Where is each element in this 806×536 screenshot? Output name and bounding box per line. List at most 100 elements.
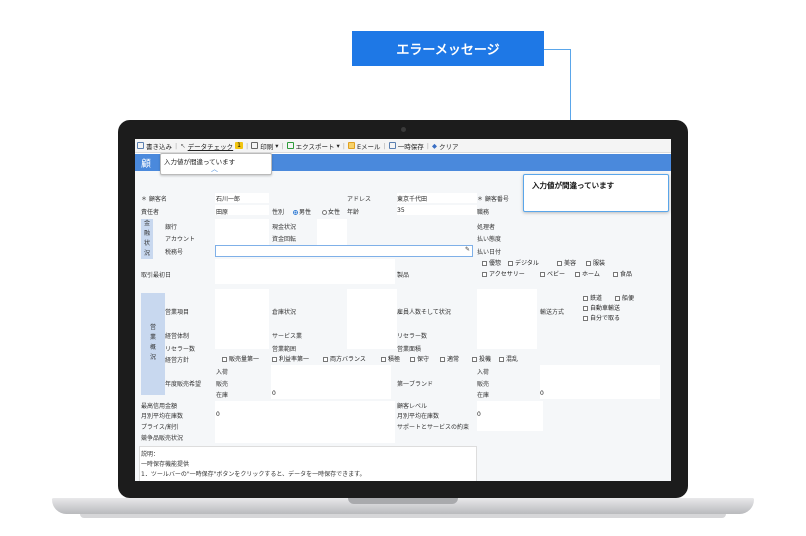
checkbox-icon — [583, 306, 588, 311]
clear-button[interactable]: ◆ クリア — [432, 141, 459, 151]
check-icon: ↖ — [180, 141, 186, 150]
gender-male-radio[interactable]: 男性 — [293, 207, 311, 216]
tempsave-button[interactable]: 一時保存 — [388, 141, 424, 151]
reseller-count-label: リセラー数 — [165, 346, 196, 353]
product-option[interactable]: アクセサリー — [482, 269, 525, 278]
dropdown-icon: ▾ — [275, 141, 279, 150]
checkbox-icon — [557, 261, 562, 266]
checkbox-icon — [583, 316, 588, 321]
gender-label: 性別 — [272, 209, 285, 216]
policy-option[interactable]: 販売量第一 — [222, 354, 259, 363]
policy-option[interactable]: 混乱 — [499, 354, 518, 363]
write-button[interactable]: 書き込み — [137, 141, 172, 151]
form-title: 顧 — [141, 159, 151, 170]
business-values-cell — [215, 289, 269, 349]
taxno-input[interactable]: ✎ — [215, 245, 473, 257]
product-option[interactable]: デジタル — [508, 258, 539, 267]
export-button[interactable]: エクスポート ▾ — [286, 141, 340, 151]
product-option[interactable]: 食品 — [613, 269, 632, 278]
bank-label: 銀行 — [165, 224, 178, 231]
first-trade-label: 取引最初日 — [141, 272, 172, 279]
checkbox-icon — [323, 357, 328, 362]
product-option[interactable]: ベビー — [540, 269, 565, 278]
first-brand-label: 第一ブランド — [397, 381, 434, 388]
note-line-1: 一時保存機能提供 — [141, 461, 190, 468]
product-option[interactable]: 服装 — [586, 258, 605, 267]
value-cell — [215, 259, 395, 284]
business-values-cell — [477, 289, 537, 349]
shipping-option[interactable]: 船便 — [615, 293, 634, 302]
shipping-option[interactable]: 自動車輸送 — [583, 303, 620, 312]
owner-value[interactable]: 田原 — [216, 207, 228, 216]
checkbox-icon — [583, 296, 588, 301]
customer-level-label: 顧客レベル — [397, 403, 428, 410]
policy-option[interactable]: 投機 — [472, 354, 491, 363]
print-button[interactable]: 印刷 ▾ — [251, 141, 278, 151]
stock-label-brand: 在庫 — [477, 392, 490, 399]
policy-option[interactable]: 保守 — [410, 354, 429, 363]
checkbox-icon — [508, 261, 513, 266]
value-cell — [477, 401, 543, 431]
product-label: 製品 — [397, 272, 410, 279]
monthly-stock-value-2[interactable]: 0 — [477, 411, 481, 418]
paydate-label: 払い日付 — [477, 249, 502, 256]
address-value[interactable]: 東京千代田 — [397, 194, 427, 203]
callout-leader-line — [544, 49, 571, 50]
checkbox-icon — [472, 357, 477, 362]
shipping-option[interactable]: 鉄道 — [583, 293, 602, 302]
toolbar-separator: | — [281, 141, 284, 150]
checkbox-icon — [482, 261, 487, 266]
value-cell — [215, 401, 395, 443]
monthly-stock-label-2: 月別平均在庫数 — [397, 413, 440, 420]
toolbar-separator: | — [175, 141, 178, 150]
laptop-notch — [348, 498, 458, 504]
export-icon — [286, 142, 294, 149]
radio-icon — [322, 210, 327, 215]
address-label: アドレス — [347, 196, 372, 203]
product-option[interactable]: 優惣 — [482, 258, 501, 267]
in-label-brand: 入荷 — [477, 369, 490, 376]
product-option[interactable]: ホーム — [575, 269, 600, 278]
sales-label-brand: 販売 — [477, 381, 490, 388]
laptop-shadow — [80, 514, 726, 518]
checkbox-icon — [540, 272, 545, 277]
policy-option[interactable]: 利益率第一 — [272, 354, 309, 363]
error-message-callout-title: エラーメッセージ — [352, 31, 544, 66]
error-tooltip: 入力値が間違っています ︿ — [160, 153, 272, 175]
datacheck-button[interactable]: ↖ データチェック 1 — [180, 141, 243, 151]
policy-option[interactable]: 両方バランス — [323, 354, 366, 363]
email-button[interactable]: Eメール — [347, 141, 381, 151]
error-count-badge: 1 — [235, 142, 243, 149]
checkbox-icon — [586, 261, 591, 266]
system-label: 経営体制 — [165, 333, 190, 340]
toolbar-separator: | — [342, 141, 345, 150]
write-icon — [137, 142, 144, 149]
age-value[interactable]: 35 — [397, 207, 405, 214]
gender-female-radio[interactable]: 女性 — [322, 207, 340, 216]
shipping-option[interactable]: 自分で取る — [583, 313, 620, 322]
business-values-cell — [347, 289, 397, 349]
checkbox-icon — [615, 296, 620, 301]
note-line-2: 1．ツールバーの"一時保存"ボタンをクリックすると、データを一時保存できます。 — [141, 471, 366, 478]
stock-value[interactable]: 0 — [272, 390, 276, 397]
taxno-label: 税務号 — [165, 249, 184, 256]
customer-name-value[interactable]: 石川一郎 — [216, 194, 240, 203]
cash-label: 現金状況 — [272, 224, 297, 231]
account-label: アカウント — [165, 236, 196, 243]
product-option[interactable]: 美容 — [557, 258, 576, 267]
value-cell — [397, 205, 477, 215]
chevron-up-icon[interactable]: ︿ — [211, 164, 218, 174]
policy-option[interactable]: 適常 — [440, 354, 459, 363]
stock-value-brand[interactable]: 0 — [540, 390, 544, 397]
checkbox-icon — [440, 357, 445, 362]
annual-sales-label: 年度販売希望 — [165, 381, 202, 388]
toolbar: 書き込み | ↖ データチェック 1 | 印刷 ▾ | エクスポート ▾ | Eメール … — [135, 139, 671, 153]
handler-label: 処理者 — [477, 224, 496, 231]
service-label: サービス業 — [272, 333, 303, 340]
monthly-stock-value[interactable]: 0 — [216, 411, 220, 418]
price-label: プライス/割引 — [141, 424, 179, 431]
competitor-label: 競争品販売状況 — [141, 435, 184, 442]
policy-option[interactable]: 積極 — [381, 354, 400, 363]
toolbar-separator: | — [426, 141, 429, 150]
pencil-icon: ✎ — [464, 246, 470, 253]
